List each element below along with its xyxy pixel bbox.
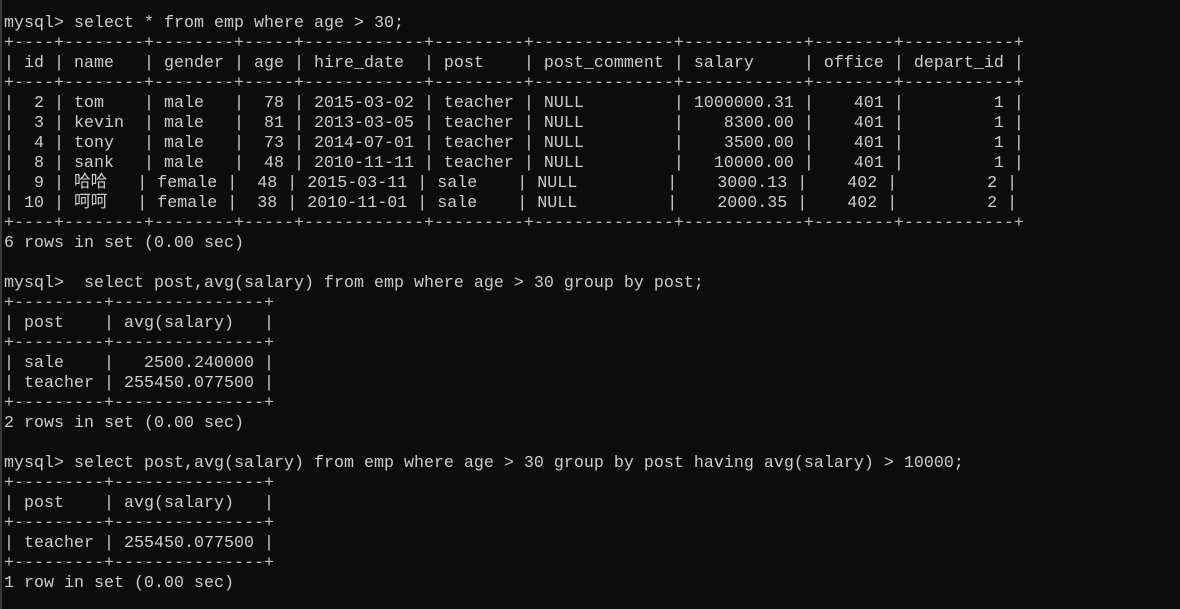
result-status: 1 row in set (0.00 sec)	[4, 574, 234, 593]
table-header-row: | post | avg(salary) |	[4, 494, 274, 513]
table-border: +---------+---------------+	[4, 474, 274, 493]
table-border: +---------+---------------+	[4, 394, 274, 413]
terminal-window[interactable]: mysql> select * from emp where age > 30;…	[0, 0, 1180, 609]
table-row: | teacher | 255450.077500 |	[4, 534, 274, 553]
table-border: +---------+---------------+	[4, 334, 274, 353]
table-row: | 8 | sank | male | 48 | 2010-11-11 | te…	[4, 154, 1024, 173]
result-status: 2 rows in set (0.00 sec)	[4, 414, 244, 433]
table-border: +---------+---------------+	[4, 554, 274, 573]
table-header-row: | id | name | gender | age | hire_date |…	[4, 54, 1024, 73]
command-line: mysql> select post,avg(salary) from emp …	[4, 274, 704, 293]
table-row: | 3 | kevin | male | 81 | 2013-03-05 | t…	[4, 114, 1024, 133]
table-row: | sale | 2500.240000 |	[4, 354, 274, 373]
table-border: +---------+---------------+	[4, 514, 274, 533]
table-row: | 9 | 哈哈 | female | 48 | 2015-03-11 | sa…	[4, 174, 1018, 193]
table-border: +----+--------+--------+-----+----------…	[4, 74, 1024, 93]
table-border: +---------+---------------+	[4, 294, 274, 313]
table-row: | 2 | tom | male | 78 | 2015-03-02 | tea…	[4, 94, 1024, 113]
table-row: | 10 | 呵呵 | female | 38 | 2010-11-01 | s…	[4, 194, 1018, 213]
window-left-edge	[0, 0, 2, 609]
result-status: 6 rows in set (0.00 sec)	[4, 234, 244, 253]
table-border: +----+--------+--------+-----+----------…	[4, 214, 1024, 233]
table-row: | 4 | tony | male | 73 | 2014-07-01 | te…	[4, 134, 1024, 153]
table-header-row: | post | avg(salary) |	[4, 314, 274, 333]
table-row: | teacher | 255450.077500 |	[4, 374, 274, 393]
command-line: mysql> select * from emp where age > 30;	[4, 14, 404, 33]
command-line: mysql> select post,avg(salary) from emp …	[4, 454, 964, 473]
table-border: +----+--------+--------+-----+----------…	[4, 34, 1024, 53]
